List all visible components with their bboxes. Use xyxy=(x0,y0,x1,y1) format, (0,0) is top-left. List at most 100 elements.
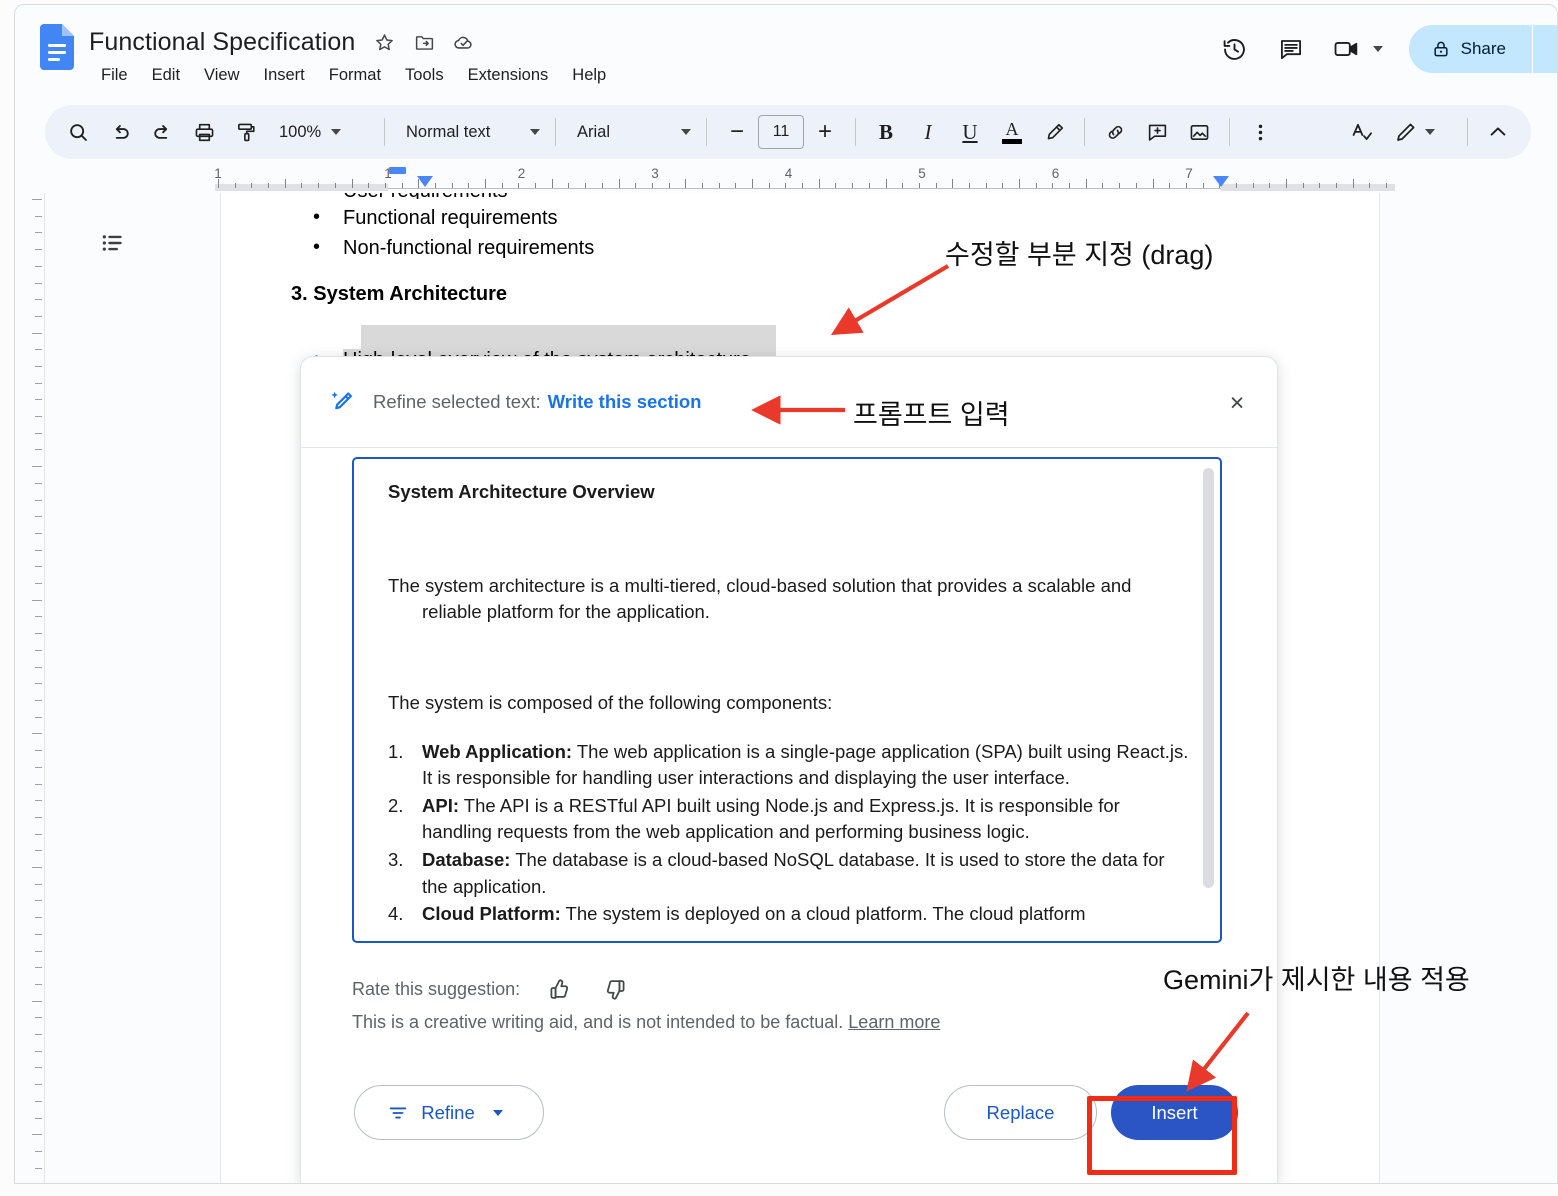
refine-button[interactable]: Refine xyxy=(354,1085,544,1140)
paragraph-style-value: Normal text xyxy=(406,122,491,141)
move-to-folder-icon[interactable] xyxy=(413,31,435,53)
vertical-ruler-tick xyxy=(32,600,42,601)
vertical-ruler-tick xyxy=(35,383,42,384)
font-size-input[interactable]: 11 xyxy=(758,115,804,149)
learn-more-link[interactable]: Learn more xyxy=(848,1012,940,1032)
first-line-indent-marker[interactable] xyxy=(389,167,406,174)
meet-camera-icon[interactable] xyxy=(1325,27,1369,71)
chevron-down-icon xyxy=(530,129,540,135)
refine-button-label: Refine xyxy=(421,1101,475,1123)
search-icon[interactable] xyxy=(57,111,99,153)
vertical-ruler-tick xyxy=(35,784,42,785)
ruler-tick xyxy=(902,183,903,188)
ruler-tick xyxy=(502,183,503,188)
paint-format-icon[interactable] xyxy=(225,111,267,153)
star-icon[interactable] xyxy=(373,31,395,53)
vertical-ruler-tick xyxy=(35,366,42,367)
meet-camera-button[interactable] xyxy=(1325,27,1393,71)
browser-window-frame: Functional Specification File Edit View … xyxy=(14,4,1558,1184)
print-icon[interactable] xyxy=(183,111,225,153)
decrease-font-size-button[interactable]: − xyxy=(716,111,758,153)
menu-item-insert[interactable]: Insert xyxy=(254,63,315,88)
font-family-select[interactable]: Arial xyxy=(565,112,697,152)
insert-image-icon[interactable] xyxy=(1178,111,1220,153)
toolbar-divider xyxy=(1467,118,1468,146)
ruler-tick xyxy=(685,179,686,188)
insert-link-icon[interactable] xyxy=(1094,111,1136,153)
add-comment-icon[interactable] xyxy=(1136,111,1178,153)
doc-heading-system-architecture[interactable]: 3. System Architecture xyxy=(291,281,507,307)
increase-font-size-button[interactable]: + xyxy=(804,111,846,153)
vertical-ruler-tick xyxy=(32,333,42,334)
ruler-tick xyxy=(318,183,319,188)
ruler-tick xyxy=(1169,183,1170,188)
vertical-ruler-tick xyxy=(35,633,42,634)
highlight-pen-icon[interactable] xyxy=(1033,111,1075,153)
text-color-button[interactable]: A xyxy=(991,111,1033,153)
ruler-tick xyxy=(869,183,870,188)
vertical-ruler-tick xyxy=(35,900,42,901)
vertical-ruler-tick xyxy=(35,449,42,450)
vertical-ruler-tick xyxy=(32,1001,42,1002)
document-title[interactable]: Functional Specification xyxy=(89,28,355,57)
vertical-ruler[interactable] xyxy=(29,193,45,1183)
gemini-suggestion-box[interactable]: System Architecture Overview The system … xyxy=(352,457,1222,943)
vertical-ruler-tick xyxy=(35,283,42,284)
vertical-ruler-tick xyxy=(35,967,42,968)
suggestion-scrollbar[interactable] xyxy=(1203,468,1214,888)
list-item[interactable]: Functional requirements xyxy=(291,204,1191,231)
vertical-ruler-tick xyxy=(35,667,42,668)
vertical-ruler-tick xyxy=(35,533,42,534)
ruler-tick xyxy=(485,179,486,188)
list-item-label: Database: xyxy=(422,849,511,870)
ruler-tick xyxy=(352,179,353,188)
menu-item-file[interactable]: File xyxy=(91,63,138,88)
ruler-track xyxy=(215,188,1395,189)
paragraph-style-select[interactable]: Normal text xyxy=(394,112,546,152)
insert-button[interactable]: Insert xyxy=(1111,1085,1238,1140)
editing-mode-select[interactable] xyxy=(1382,112,1458,152)
cloud-saved-icon[interactable] xyxy=(453,31,475,53)
thumb-up-icon[interactable] xyxy=(538,969,578,1009)
ruler-tick xyxy=(1069,183,1070,188)
share-button[interactable]: Share xyxy=(1408,25,1532,73)
gemini-prompt-link[interactable]: Write this section xyxy=(548,391,702,413)
menu-item-extensions[interactable]: Extensions xyxy=(458,63,559,88)
share-dropdown-area[interactable] xyxy=(1533,25,1557,73)
chevron-down-icon xyxy=(681,129,691,135)
left-indent-marker[interactable] xyxy=(417,176,433,187)
vertical-ruler-tick xyxy=(35,951,42,952)
menu-item-view[interactable]: View xyxy=(194,63,249,88)
collapse-toolbar-icon[interactable] xyxy=(1477,111,1519,153)
ruler-tick xyxy=(769,183,770,188)
right-indent-marker[interactable] xyxy=(1213,176,1229,187)
ruler-tick xyxy=(669,183,670,188)
version-history-icon[interactable] xyxy=(1213,27,1257,71)
bold-button[interactable]: B xyxy=(865,111,907,153)
formatting-toolbar: 100% Normal text Arial − 11 + B I U A xyxy=(45,105,1531,159)
vertical-ruler-tick xyxy=(32,466,42,467)
comment-history-icon[interactable] xyxy=(1269,27,1313,71)
menu-item-format[interactable]: Format xyxy=(319,63,391,88)
menu-item-tools[interactable]: Tools xyxy=(395,63,454,88)
document-outline-icon[interactable] xyxy=(91,221,135,265)
redo-icon[interactable] xyxy=(141,111,183,153)
menu-item-edit[interactable]: Edit xyxy=(142,63,190,88)
zoom-select[interactable]: 100% xyxy=(267,112,375,152)
meet-dropdown-caret-icon[interactable] xyxy=(1372,46,1383,52)
italic-button[interactable]: I xyxy=(907,111,949,153)
horizontal-ruler[interactable]: 11234567 xyxy=(45,166,1531,193)
undo-icon[interactable] xyxy=(99,111,141,153)
menu-item-help[interactable]: Help xyxy=(562,63,616,88)
ruler-tick xyxy=(1203,183,1204,188)
spelling-check-icon[interactable] xyxy=(1340,111,1382,153)
ruler-tick xyxy=(835,183,836,188)
vertical-ruler-tick xyxy=(35,1034,42,1035)
more-options-icon[interactable] xyxy=(1239,111,1281,153)
close-icon[interactable]: × xyxy=(1219,385,1255,421)
underline-button[interactable]: U xyxy=(949,111,991,153)
thumb-down-icon[interactable] xyxy=(596,969,636,1009)
replace-button[interactable]: Replace xyxy=(944,1085,1097,1140)
